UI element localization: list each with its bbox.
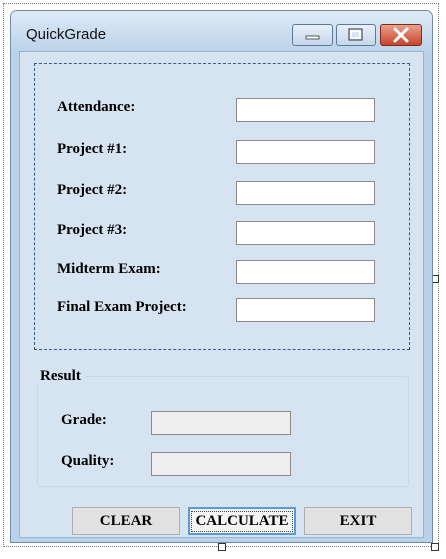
project2-input[interactable] xyxy=(236,181,375,205)
clear-button[interactable]: CLEAR xyxy=(72,507,180,535)
grade-label: Grade: xyxy=(61,412,107,428)
exit-button-label: EXIT xyxy=(339,512,377,529)
close-icon xyxy=(393,27,409,43)
midterm-label: Midterm Exam: xyxy=(57,261,161,277)
final-exam-input[interactable] xyxy=(236,298,375,322)
minimize-button[interactable] xyxy=(292,24,333,46)
minimize-icon xyxy=(305,35,320,40)
form-client-area: Attendance: Project #1: Project #2: Proj… xyxy=(19,51,424,538)
quality-output xyxy=(151,452,291,476)
quality-label: Quality: xyxy=(61,453,115,469)
project3-label: Project #3: xyxy=(57,222,128,238)
calculate-button-label: CALCULATE xyxy=(191,510,293,532)
final-exam-label: Final Exam Project: xyxy=(57,299,187,315)
attendance-input[interactable] xyxy=(236,98,375,122)
maximize-icon xyxy=(348,28,363,41)
app-window: QuickGrade Attendance: Project #1: Proje… xyxy=(10,10,433,543)
attendance-label: Attendance: xyxy=(57,99,136,115)
project1-label: Project #1: xyxy=(57,141,128,157)
resize-handle-corner[interactable] xyxy=(431,543,439,551)
maximize-button[interactable] xyxy=(336,24,376,46)
midterm-input[interactable] xyxy=(236,260,375,284)
calculate-button[interactable]: CALCULATE xyxy=(188,507,296,535)
window-title: QuickGrade xyxy=(26,26,107,43)
close-button[interactable] xyxy=(380,24,422,46)
title-bar[interactable]: QuickGrade xyxy=(11,11,432,51)
resize-handle-bottom[interactable] xyxy=(218,543,226,551)
clear-button-label: CLEAR xyxy=(99,512,153,529)
exit-button[interactable]: EXIT xyxy=(304,507,412,535)
project2-label: Project #2: xyxy=(57,182,128,198)
project3-input[interactable] xyxy=(236,221,375,245)
result-group-title: Result xyxy=(36,368,85,385)
project1-input[interactable] xyxy=(236,140,375,164)
grade-output xyxy=(151,411,291,435)
input-panel: Attendance: Project #1: Project #2: Proj… xyxy=(34,63,410,350)
